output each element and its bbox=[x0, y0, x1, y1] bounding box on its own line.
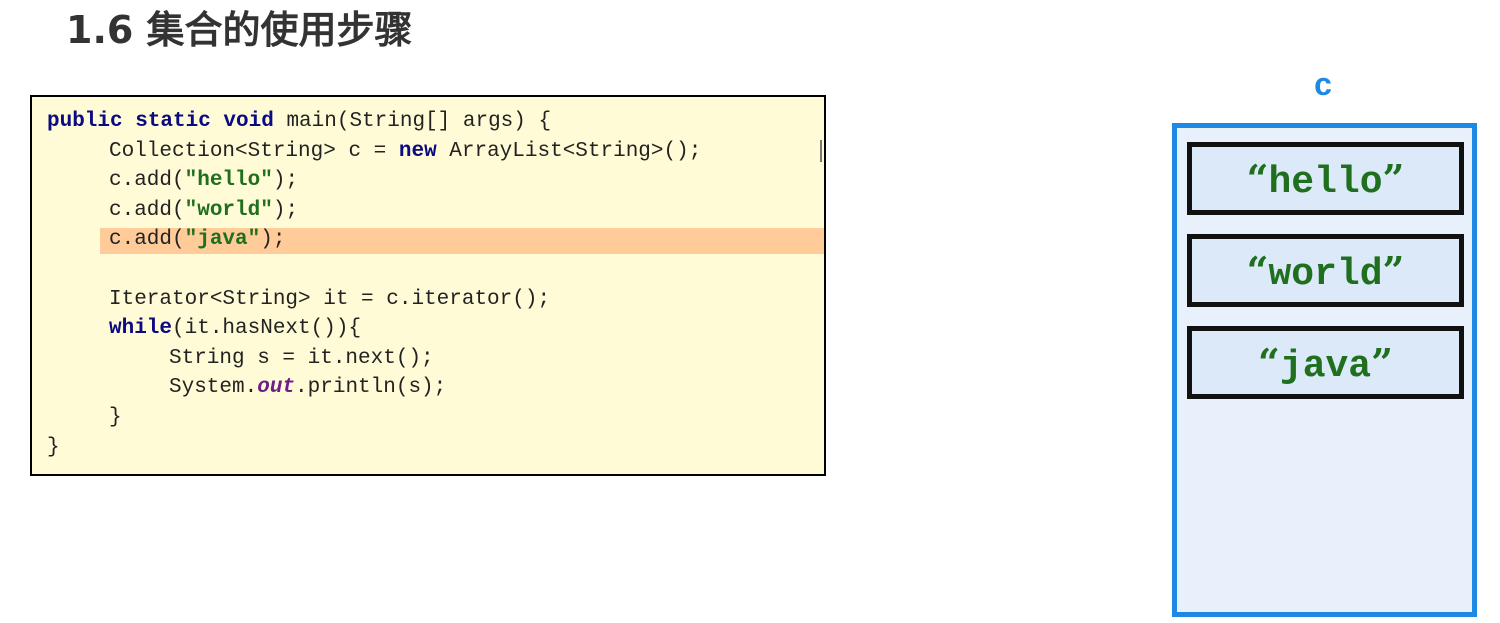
text-caret bbox=[820, 140, 822, 162]
open-quote: “ bbox=[1258, 340, 1280, 385]
code-line-3: c.add("hello"); bbox=[109, 166, 298, 196]
collection-element: “world” bbox=[1187, 234, 1464, 307]
code-text: } bbox=[109, 406, 122, 429]
close-quote: ” bbox=[1382, 248, 1405, 293]
code-text: } bbox=[47, 435, 60, 459]
code-text: ); bbox=[260, 228, 286, 252]
close-quote: ” bbox=[1371, 340, 1393, 385]
code-panel: public static void main(String[] args) {… bbox=[30, 95, 826, 476]
open-quote: “ bbox=[1246, 156, 1269, 201]
code-text: Iterator<String> it = c.iterator(); bbox=[109, 287, 551, 311]
element-value: hello bbox=[1268, 161, 1383, 204]
code-line-9: System.out.println(s); bbox=[169, 373, 446, 403]
keyword: new bbox=[398, 139, 437, 163]
open-quote: “ bbox=[1246, 248, 1269, 293]
code-line-4: c.add("world"); bbox=[109, 196, 298, 226]
keyword: while bbox=[109, 317, 173, 341]
code-text: c.add( bbox=[109, 169, 185, 193]
keyword: public static void bbox=[47, 110, 274, 133]
code-text: main(String[] args) { bbox=[273, 110, 552, 133]
collection-variable-label: c bbox=[1314, 66, 1332, 102]
string-literal: "world" bbox=[184, 198, 273, 222]
slide-title: 1.6 集合的使用步骤 bbox=[66, 8, 413, 52]
string-literal: "java" bbox=[184, 228, 261, 252]
code-line-1: public static void main(String[] args) { bbox=[47, 107, 551, 137]
code-line-10: } bbox=[109, 403, 122, 433]
code-line-6: Iterator<String> it = c.iterator(); bbox=[109, 285, 550, 315]
code-text: ArrayList<String>(); bbox=[436, 139, 702, 163]
code-text: Collection<String> c = bbox=[109, 139, 399, 163]
element-value: world bbox=[1268, 253, 1383, 296]
string-literal: "hello" bbox=[184, 169, 273, 193]
element-value: java bbox=[1279, 345, 1372, 388]
static-field: out bbox=[257, 376, 296, 400]
code-text: System. bbox=[169, 376, 258, 400]
code-line-7: while(it.hasNext()){ bbox=[109, 314, 361, 344]
code-text: ); bbox=[272, 169, 299, 193]
collection-container: “hello” “world” “java” bbox=[1172, 123, 1477, 617]
code-text: c.add( bbox=[109, 198, 185, 222]
code-line-8: String s = it.next(); bbox=[169, 344, 434, 374]
code-text: String s = it.next(); bbox=[169, 346, 434, 370]
collection-element: “hello” bbox=[1187, 142, 1464, 215]
code-line-5: c.add("java"); bbox=[109, 225, 285, 255]
code-line-2: Collection<String> c = new ArrayList<Str… bbox=[109, 137, 701, 167]
collection-element: “java” bbox=[1187, 326, 1464, 399]
code-text: .println(s); bbox=[295, 376, 447, 400]
close-quote: ” bbox=[1382, 156, 1405, 201]
code-text: c.add( bbox=[109, 228, 185, 252]
code-text: ); bbox=[272, 198, 299, 222]
code-line-11: } bbox=[47, 433, 60, 463]
code-text: (it.hasNext()){ bbox=[172, 317, 362, 341]
